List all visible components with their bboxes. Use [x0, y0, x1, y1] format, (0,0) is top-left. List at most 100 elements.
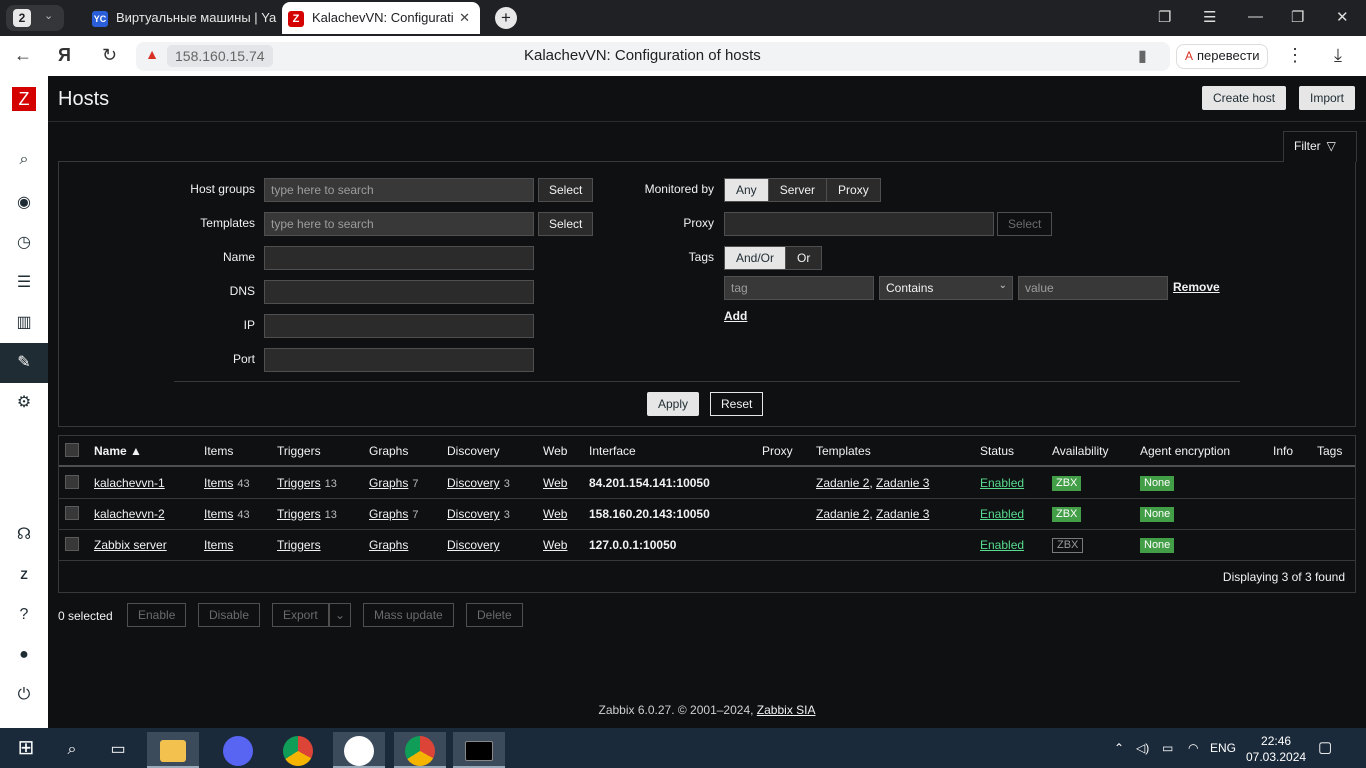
web-link[interactable]: Web — [543, 476, 567, 490]
template-link[interactable]: Zadanie 3 — [876, 507, 929, 521]
tray-overflow-icon[interactable]: ⌃ — [1114, 741, 1124, 755]
search-icon[interactable]: ⌕ — [0, 140, 48, 180]
export-dropdown-button[interactable]: ⌄ — [329, 603, 352, 627]
graphs-link[interactable]: Graphs — [369, 476, 408, 490]
host-name-link[interactable]: kalachevvn-2 — [94, 507, 165, 521]
row-checkbox[interactable] — [65, 475, 79, 489]
yandex-browser-icon[interactable] — [333, 732, 385, 768]
ip-input[interactable] — [264, 314, 534, 338]
triggers-link[interactable]: Triggers — [277, 538, 321, 552]
browser-tab-zabbix[interactable]: Z KalachevVN: Configurati ✕ — [282, 2, 480, 34]
zabbix-logo[interactable]: Z — [12, 87, 36, 111]
create-host-button[interactable]: Create host — [1202, 86, 1287, 110]
inventory-list-icon[interactable]: ☰ — [0, 263, 48, 303]
tag-value-input[interactable]: value — [1018, 276, 1168, 300]
host-name-link[interactable]: Zabbix server — [94, 538, 167, 552]
tab-counter-button[interactable]: 2 ⌄ — [6, 5, 64, 31]
volume-icon[interactable]: ◁) — [1136, 741, 1149, 755]
reports-chart-icon[interactable]: ▥ — [0, 303, 48, 343]
enable-button[interactable]: Enable — [127, 603, 187, 627]
host-groups-input[interactable]: type here to search — [264, 178, 534, 202]
delete-button[interactable]: Delete — [466, 603, 523, 627]
discovery-link[interactable]: Discovery — [447, 476, 500, 490]
help-icon[interactable]: ? — [0, 595, 48, 635]
web-link[interactable]: Web — [543, 507, 567, 521]
row-checkbox[interactable] — [65, 537, 79, 551]
wifi-icon[interactable]: ◠ — [1188, 741, 1198, 755]
zabbix-sia-link[interactable]: Zabbix SIA — [757, 703, 816, 717]
tags-operator-or[interactable]: Or — [786, 247, 822, 269]
items-link[interactable]: Items — [204, 507, 233, 521]
user-settings-icon[interactable]: ● — [0, 635, 48, 675]
browser-tab-yandex-cloud[interactable]: YC Виртуальные машины | Ya — [86, 2, 278, 34]
graphs-link[interactable]: Graphs — [369, 538, 408, 552]
more-options-icon[interactable]: ⋮ — [1286, 45, 1304, 66]
template-link[interactable]: Zadanie 3 — [876, 476, 929, 490]
task-view-icon[interactable]: ▭ — [92, 732, 144, 768]
not-secure-warning-icon[interactable]: ▲ — [140, 46, 164, 66]
menu-icon[interactable]: ☰ — [1203, 8, 1216, 26]
restore-icon[interactable]: ❐ — [1291, 8, 1304, 26]
status-enabled-link[interactable]: Enabled — [980, 476, 1024, 490]
support-headset-icon[interactable]: ☊ — [0, 515, 48, 555]
items-link[interactable]: Items — [204, 476, 233, 490]
triggers-link[interactable]: Triggers — [277, 476, 321, 490]
export-button[interactable]: Export — [272, 603, 329, 627]
downloads-icon[interactable]: ⤓ — [1334, 45, 1342, 66]
discord-icon[interactable] — [212, 732, 264, 768]
port-input[interactable] — [264, 348, 534, 372]
sign-out-icon[interactable]: ⏻ — [0, 675, 48, 715]
url-host[interactable]: 158.160.15.74 — [167, 45, 273, 67]
data-collection-wrench-icon[interactable]: ✎ — [0, 343, 48, 383]
remove-tag-link[interactable]: Remove — [1173, 280, 1220, 294]
web-link[interactable]: Web — [543, 538, 567, 552]
select-all-checkbox[interactable] — [65, 443, 79, 457]
status-enabled-link[interactable]: Enabled — [980, 538, 1024, 552]
file-explorer-icon[interactable] — [147, 732, 199, 768]
terminal-icon[interactable] — [453, 732, 505, 768]
apply-button[interactable]: Apply — [647, 392, 700, 416]
host-name-link[interactable]: kalachevvn-1 — [94, 476, 165, 490]
back-icon[interactable]: ← — [14, 45, 32, 66]
col-name[interactable]: Name ▲ — [94, 444, 142, 458]
language-indicator[interactable]: ENG — [1210, 741, 1236, 755]
disable-button[interactable]: Disable — [198, 603, 261, 627]
col-status[interactable]: Status — [980, 444, 1014, 458]
dns-input[interactable] — [264, 280, 534, 304]
search-icon[interactable]: ⌕ — [46, 732, 98, 768]
tags-operator-and-or[interactable]: And/Or — [725, 247, 787, 269]
triggers-link[interactable]: Triggers — [277, 507, 321, 521]
minimize-icon[interactable]: — — [1248, 8, 1263, 25]
template-link[interactable]: Zadanie 2 — [816, 507, 869, 521]
items-link[interactable]: Items — [204, 538, 233, 552]
monitored-by-proxy[interactable]: Proxy — [827, 179, 880, 201]
discovery-link[interactable]: Discovery — [447, 507, 500, 521]
monitored-by-server[interactable]: Server — [768, 179, 828, 201]
mass-update-button[interactable]: Mass update — [363, 603, 454, 627]
row-checkbox[interactable] — [65, 506, 79, 520]
close-tab-icon[interactable]: ✕ — [459, 2, 470, 34]
yandex-icon[interactable]: Я — [58, 45, 71, 66]
tag-input[interactable]: tag — [724, 276, 874, 300]
chrome-icon[interactable] — [272, 732, 324, 768]
monitoring-eye-icon[interactable]: ◉ — [0, 183, 48, 223]
chrome-icon-2[interactable] — [394, 732, 446, 768]
proxy-input[interactable] — [724, 212, 994, 236]
templates-input[interactable]: type here to search — [264, 212, 534, 236]
alerts-gear-icon[interactable]: ⚙ — [0, 383, 48, 423]
services-clock-icon[interactable]: ◷ — [0, 223, 48, 263]
notifications-icon[interactable]: ▢ — [1318, 738, 1332, 756]
windows-start-icon[interactable]: ⊞ — [0, 730, 52, 766]
translate-button[interactable]: Aперевести — [1176, 44, 1269, 69]
templates-select-button[interactable]: Select — [538, 212, 594, 236]
template-link[interactable]: Zadanie 2 — [816, 476, 869, 490]
proxy-select-button[interactable]: Select — [997, 212, 1053, 236]
filter-tab[interactable]: Filter ▽ — [1283, 131, 1357, 162]
graphs-link[interactable]: Graphs — [369, 507, 408, 521]
new-tab-button[interactable]: + — [495, 7, 517, 29]
bookmark-icon[interactable]: ▮ — [1138, 46, 1147, 66]
monitored-by-any[interactable]: Any — [725, 179, 769, 201]
reload-icon[interactable]: ↻ — [102, 45, 117, 66]
battery-icon[interactable]: ▭ — [1162, 741, 1173, 755]
tabs-collection-icon[interactable]: ❐ — [1158, 8, 1171, 26]
